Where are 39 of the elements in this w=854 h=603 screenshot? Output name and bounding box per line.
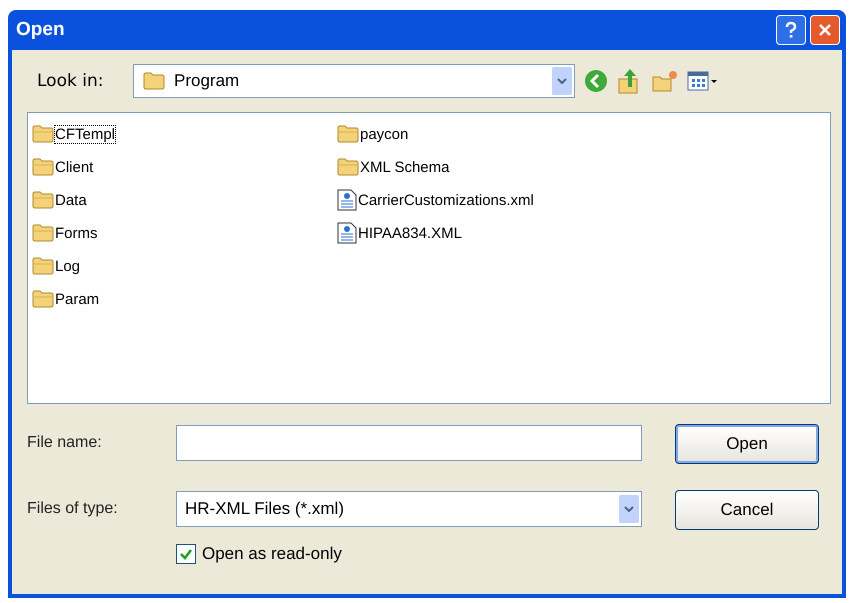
folder-icon (142, 72, 166, 90)
open-button[interactable]: Open (675, 424, 819, 464)
folder-icon (337, 125, 359, 143)
file-name[interactable]: Client (55, 158, 94, 176)
checkbox[interactable] (176, 544, 196, 564)
window-title: Open (16, 19, 65, 41)
xml-document-icon (337, 189, 357, 211)
file-name[interactable]: CarrierCustomizations.xml (358, 192, 534, 208)
checkbox-label: Open as read-only (202, 544, 342, 564)
close-icon (817, 22, 833, 38)
look-in-dropdown[interactable]: Program (133, 64, 575, 98)
file-name[interactable]: Param (55, 290, 100, 308)
cancel-button[interactable]: Cancel (675, 490, 819, 530)
file-name-field[interactable] (176, 425, 642, 461)
file-name[interactable]: paycon (360, 126, 408, 142)
folder-icon (32, 125, 54, 143)
file-name[interactable]: Forms (55, 224, 98, 242)
files-of-type-label: Files of type: (27, 500, 119, 518)
close-button[interactable] (810, 15, 840, 45)
folder-icon (32, 224, 54, 242)
checkmark-icon (179, 547, 193, 561)
file-name-label: File name: (27, 434, 103, 452)
file-name[interactable]: HIPAA834.XML (358, 224, 462, 242)
folder-icon (337, 158, 359, 176)
file-name[interactable]: Log (55, 258, 80, 274)
folder-icon (32, 158, 54, 176)
xml-document-icon (337, 222, 357, 244)
question-mark-icon (783, 21, 799, 39)
folder-icon (32, 191, 54, 209)
help-button[interactable] (776, 15, 806, 45)
view-menu-icon[interactable] (687, 70, 719, 92)
files-of-type-dropdown[interactable]: HR-XML Files (*.xml) (176, 491, 642, 527)
folder-icon (32, 290, 54, 308)
look-in-label: Look in: (36, 71, 104, 91)
file-name[interactable]: Data (55, 192, 87, 208)
file-name[interactable]: CFTempl (55, 126, 116, 142)
file-name[interactable]: XML Schema (360, 158, 450, 176)
new-folder-icon[interactable] (651, 69, 679, 93)
folder-icon (32, 257, 54, 275)
